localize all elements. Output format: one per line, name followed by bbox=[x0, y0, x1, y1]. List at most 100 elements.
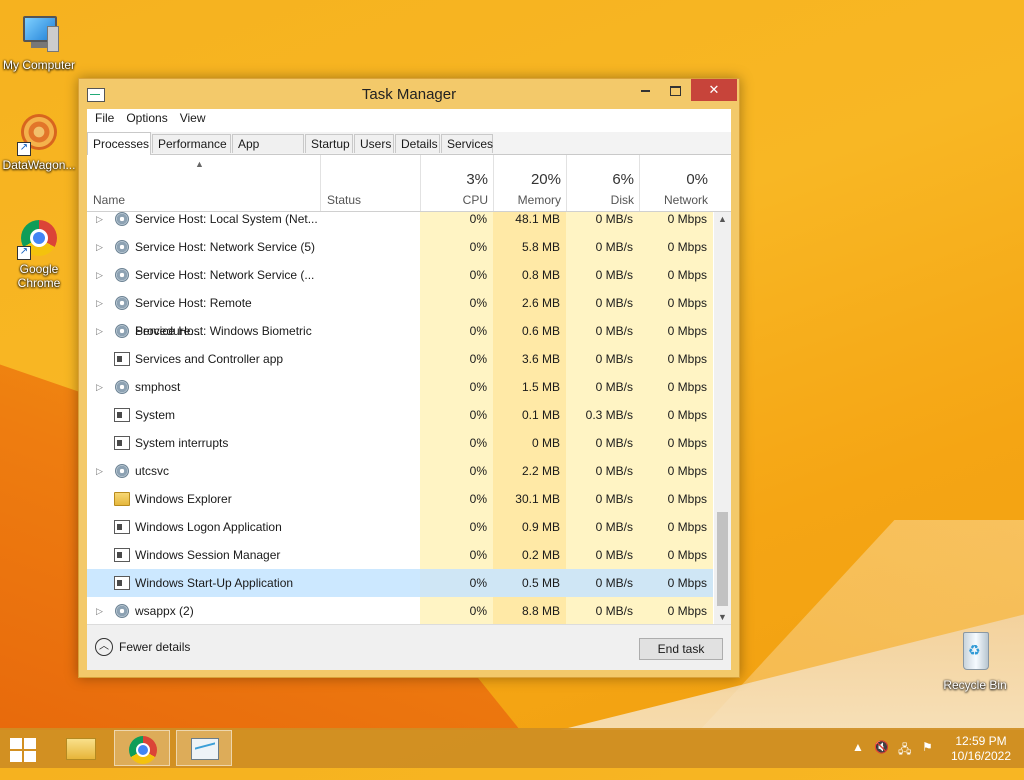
tab-app-history[interactable]: App history bbox=[232, 134, 304, 170]
gear-icon bbox=[115, 296, 129, 310]
minimize-button[interactable] bbox=[631, 79, 659, 101]
expand-chevron-icon[interactable]: ▷ bbox=[96, 289, 106, 317]
process-name: System bbox=[135, 408, 176, 422]
disk-value: 0 MB/s bbox=[566, 212, 639, 233]
tab-services[interactable]: Services bbox=[441, 134, 493, 153]
title-bar[interactable]: Task Manager ✕ bbox=[79, 79, 739, 109]
vertical-scrollbar[interactable]: ▲ ▼ bbox=[714, 212, 731, 624]
column-disk[interactable]: 6% Disk bbox=[566, 155, 640, 211]
table-row[interactable]: ▷ Service Host: Network Service (5) 0% 5.8 … bbox=[87, 233, 713, 261]
speaker-muted-icon[interactable]: 🔇 bbox=[874, 740, 890, 780]
action-center-flag-icon[interactable]: ⚑ bbox=[922, 740, 938, 780]
expand-chevron-icon[interactable]: ▷ bbox=[96, 373, 106, 401]
app-window-icon bbox=[114, 520, 130, 534]
datawagon-icon: ↗ bbox=[17, 112, 61, 156]
table-row[interactable]: Windows Explorer 0% 30.1 MB 0 MB/s 0 Mbps bbox=[87, 485, 713, 513]
tab-users[interactable]: Users bbox=[354, 134, 394, 153]
tab-startup[interactable]: Startup bbox=[305, 134, 353, 153]
expand-chevron-icon[interactable]: ▷ bbox=[96, 597, 106, 624]
scrollbar-thumb[interactable] bbox=[717, 512, 728, 606]
process-name: smphost bbox=[135, 380, 181, 394]
column-name[interactable]: ▲ Name bbox=[87, 155, 320, 211]
disk-value: 0 MB/s bbox=[566, 597, 639, 624]
memory-value: 0.9 MB bbox=[493, 513, 566, 541]
table-row[interactable]: Windows Start-Up Application 0% 0.5 MB 0 MB… bbox=[87, 569, 713, 597]
table-row[interactable]: ▷ Service Host: Windows Biometric 0% 0.6 MB… bbox=[87, 317, 713, 345]
expand-chevron-icon[interactable]: ▷ bbox=[96, 212, 106, 233]
network-value: 0 Mbps bbox=[639, 289, 713, 317]
chrome-icon: ↗ bbox=[17, 216, 61, 260]
sort-ascending-icon: ▲ bbox=[195, 159, 204, 169]
memory-total-percent: 20% bbox=[530, 171, 561, 188]
column-memory[interactable]: 20% Memory bbox=[493, 155, 567, 211]
table-row[interactable]: System interrupts 0% 0 MB 0 MB/s 0 Mbps bbox=[87, 429, 713, 457]
memory-value: 0.2 MB bbox=[493, 541, 566, 569]
table-row[interactable]: Windows Logon Application 0% 0.9 MB 0 MB/s 0… bbox=[87, 513, 713, 541]
memory-value: 30.1 MB bbox=[493, 485, 566, 513]
shortcut-arrow-icon: ↗ bbox=[17, 246, 31, 260]
clock[interactable]: 12:59 PM 10/16/2022 bbox=[946, 734, 1016, 764]
taskbar-file-explorer[interactable] bbox=[52, 730, 108, 766]
desktop-icon-label: DataWagon... bbox=[2, 158, 76, 172]
windows-logo-icon bbox=[10, 738, 22, 749]
scroll-up-arrow-icon[interactable]: ▲ bbox=[714, 212, 731, 226]
process-name: Service Host: Network Service (5) bbox=[135, 240, 316, 254]
column-network[interactable]: 0% Network bbox=[639, 155, 714, 211]
table-row[interactable]: ▷ Service Host: Network Service (... 0% 0.8… bbox=[87, 261, 713, 289]
taskbar-chrome[interactable] bbox=[114, 730, 170, 766]
cpu-value: 0% bbox=[420, 457, 493, 485]
close-button[interactable]: ✕ bbox=[691, 79, 737, 101]
tab-processes[interactable]: Processes bbox=[87, 132, 151, 155]
shortcut-arrow-icon: ↗ bbox=[17, 142, 31, 156]
column-cpu[interactable]: 3% CPU bbox=[420, 155, 494, 211]
memory-value: 0.5 MB bbox=[493, 569, 566, 597]
fewer-details-button[interactable]: ︿ Fewer details bbox=[95, 638, 190, 656]
disk-value: 0 MB/s bbox=[566, 261, 639, 289]
desktop-icon-my-computer[interactable]: My Computer bbox=[0, 12, 78, 72]
expand-chevron-icon[interactable]: ▷ bbox=[96, 317, 106, 345]
memory-value: 1.5 MB bbox=[493, 373, 566, 401]
maximize-button[interactable] bbox=[661, 79, 689, 101]
table-row[interactable]: Services and Controller app 0% 3.6 MB 0 MB/… bbox=[87, 345, 713, 373]
network-value: 0 Mbps bbox=[639, 401, 713, 429]
folder-icon bbox=[66, 738, 96, 760]
column-status[interactable]: Status bbox=[320, 155, 421, 211]
process-list: ▷ Service Host: Local System (Net... 0% 48.… bbox=[87, 212, 713, 624]
disk-total-percent: 6% bbox=[612, 171, 634, 188]
menu-file[interactable]: File bbox=[89, 109, 120, 129]
desktop-icon-google-chrome[interactable]: ↗ Google Chrome bbox=[0, 216, 78, 290]
table-row[interactable]: Windows Session Manager 0% 0.2 MB 0 MB/s 0 M… bbox=[87, 541, 713, 569]
network-total-percent: 0% bbox=[686, 171, 708, 188]
process-name: Windows Explorer bbox=[135, 492, 232, 506]
table-row[interactable]: System 0% 0.1 MB 0.3 MB/s 0 Mbps bbox=[87, 401, 713, 429]
end-task-button[interactable]: End task bbox=[639, 638, 723, 660]
start-button[interactable] bbox=[8, 736, 38, 762]
menu-view[interactable]: View bbox=[174, 109, 212, 129]
memory-value: 0.8 MB bbox=[493, 261, 566, 289]
expand-chevron-icon[interactable]: ▷ bbox=[96, 233, 106, 261]
scroll-down-arrow-icon[interactable]: ▼ bbox=[714, 610, 731, 624]
tab-performance[interactable]: Performance bbox=[152, 134, 231, 153]
network-icon[interactable]: 🖧 bbox=[898, 740, 914, 780]
folder-icon bbox=[114, 492, 130, 506]
desktop-icon-datawagon[interactable]: ↗ DataWagon... bbox=[0, 112, 78, 172]
taskbar-task-manager[interactable] bbox=[176, 730, 232, 766]
memory-value: 2.2 MB bbox=[493, 457, 566, 485]
show-hidden-icons-icon[interactable]: ▲ bbox=[852, 740, 864, 780]
table-row[interactable]: ▷ Service Host: Local System (Net... 0% 48.… bbox=[87, 212, 713, 233]
table-row[interactable]: ▷ Service Host: Remote Procedure... 0% 2.6 … bbox=[87, 289, 713, 338]
disk-value: 0 MB/s bbox=[566, 317, 639, 345]
desktop-icon-recycle-bin[interactable]: Recycle Bin bbox=[936, 632, 1014, 692]
disk-value: 0 MB/s bbox=[566, 569, 639, 597]
table-row[interactable]: ▷ smphost 0% 1.5 MB 0 MB/s 0 Mbps bbox=[87, 373, 713, 401]
app-window-icon bbox=[114, 576, 130, 590]
tab-details[interactable]: Details bbox=[395, 134, 440, 153]
process-name: Windows Session Manager bbox=[135, 548, 281, 562]
clock-time: 12:59 PM bbox=[955, 734, 1007, 748]
menu-options[interactable]: Options bbox=[120, 109, 173, 129]
table-row[interactable]: ▷ wsappx (2) 0% 8.8 MB 0 MB/s 0 Mbps bbox=[87, 597, 713, 624]
expand-chevron-icon[interactable]: ▷ bbox=[96, 457, 106, 485]
table-row[interactable]: ▷ utcsvc 0% 2.2 MB 0 MB/s 0 Mbps bbox=[87, 457, 713, 485]
expand-chevron-icon[interactable]: ▷ bbox=[96, 261, 106, 289]
cpu-value: 0% bbox=[420, 541, 493, 569]
